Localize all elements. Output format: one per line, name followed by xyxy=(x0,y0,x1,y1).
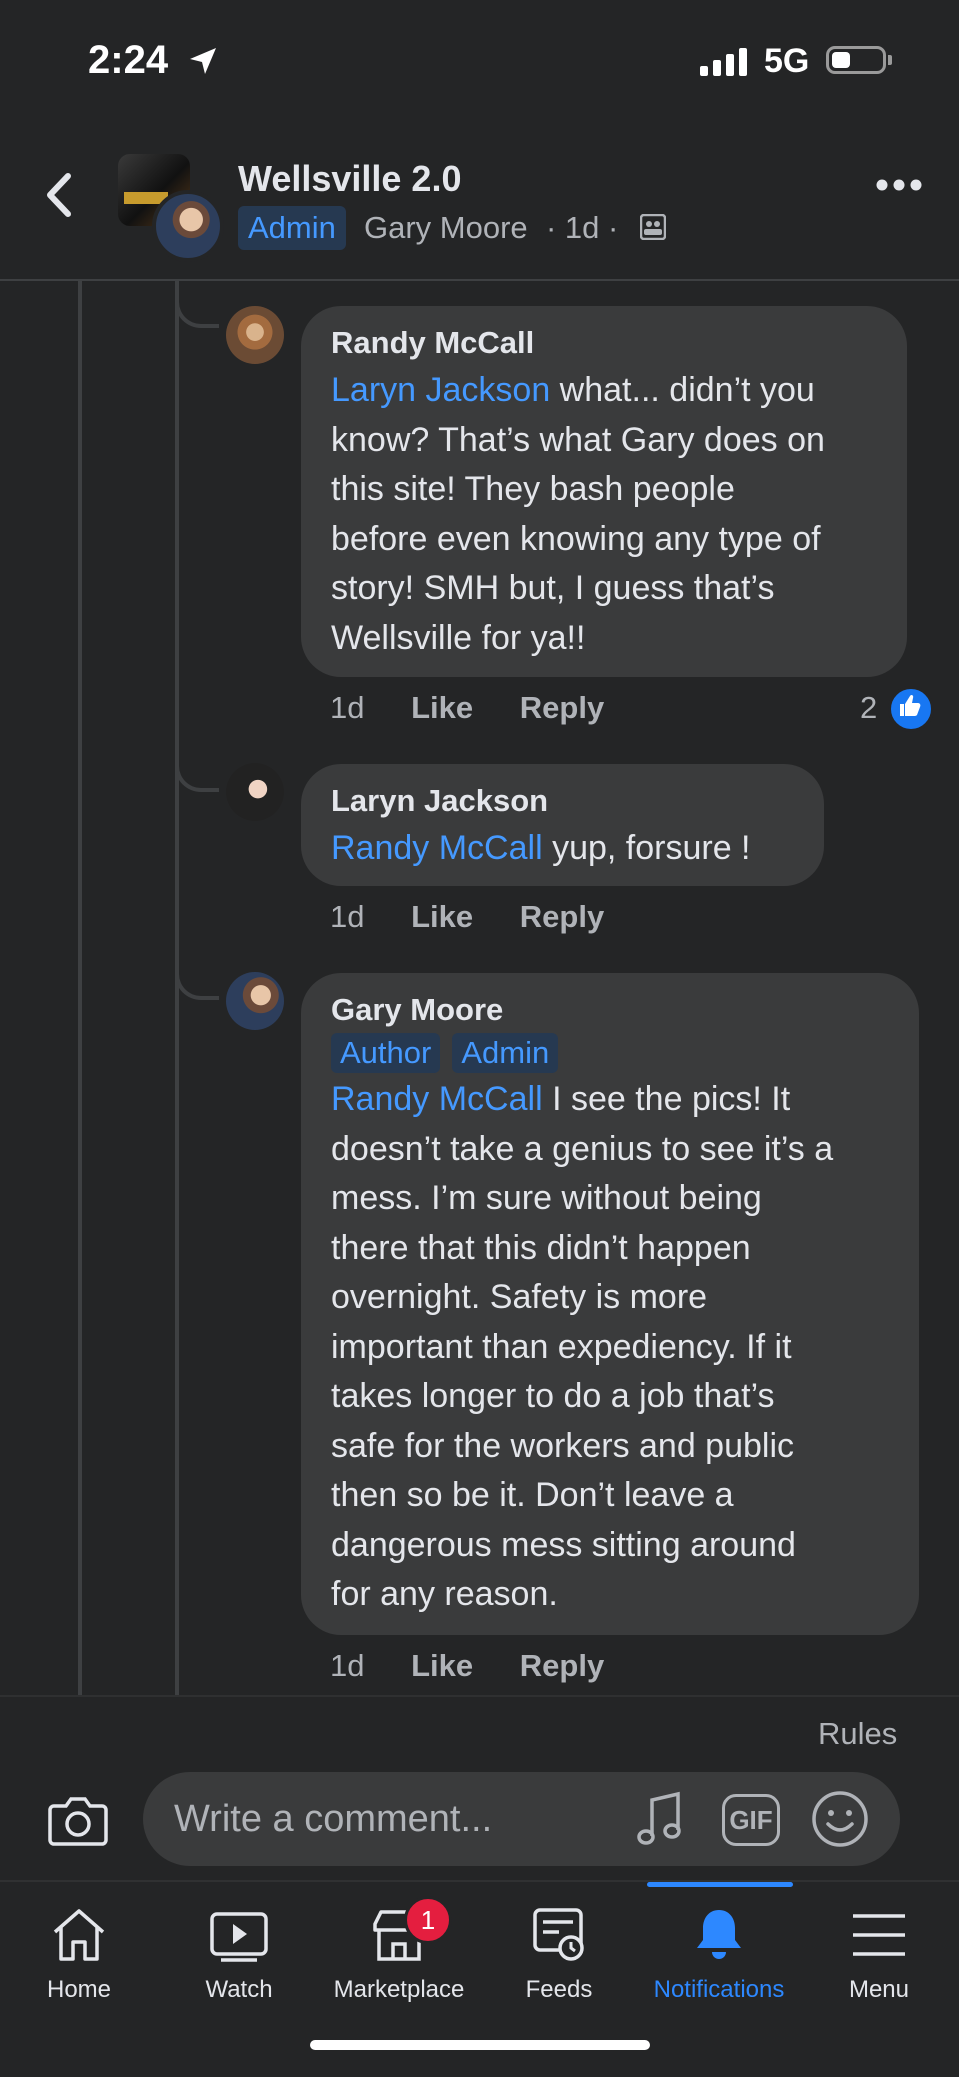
comment-actions: 1d Like Reply xyxy=(330,690,604,726)
home-icon xyxy=(53,1909,105,1961)
thread-line-outer xyxy=(78,280,82,1695)
back-arrow-icon[interactable] xyxy=(40,170,80,220)
comment-mention[interactable]: Randy McCall xyxy=(331,829,543,867)
carrier-label: 5G xyxy=(764,42,810,80)
like-reaction-icon[interactable] xyxy=(888,686,934,732)
more-options-icon[interactable] xyxy=(876,178,922,192)
like-button[interactable]: Like xyxy=(411,899,473,935)
like-button[interactable]: Like xyxy=(411,1648,473,1684)
comment-time: 1d xyxy=(330,899,365,934)
music-icon[interactable] xyxy=(636,1790,682,1848)
author-badge: Author xyxy=(331,1033,441,1073)
post-time: · 1d · xyxy=(546,210,619,245)
nav-feeds[interactable]: Feeds xyxy=(484,1906,634,2004)
watch-icon xyxy=(210,1912,268,1962)
comment-actions: 1d Like Reply xyxy=(330,899,604,935)
active-tab-indicator xyxy=(647,1882,793,1887)
comment-avatar[interactable] xyxy=(226,763,284,821)
location-arrow-icon xyxy=(190,48,216,74)
comment-mention[interactable]: Laryn Jackson xyxy=(331,371,550,409)
gif-icon[interactable]: GIF xyxy=(722,1794,780,1846)
status-time: 2:24 xyxy=(88,38,169,82)
reply-button[interactable]: Reply xyxy=(520,899,604,935)
like-button[interactable]: Like xyxy=(411,690,473,726)
comment-text: Randy McCall I see the pics! It doesn’t … xyxy=(331,1080,834,1613)
group-audience-icon xyxy=(640,214,666,240)
group-name[interactable]: Wellsville 2.0 xyxy=(238,158,461,200)
comment-placeholder[interactable]: Write a comment... xyxy=(174,1798,492,1841)
comment-avatar[interactable] xyxy=(226,972,284,1030)
admin-badge: Admin xyxy=(238,206,346,250)
reply-connector xyxy=(175,700,219,792)
nav-label: Home xyxy=(46,1976,112,2003)
feeds-icon xyxy=(533,1908,584,1961)
reaction-count[interactable]: 2 xyxy=(860,690,877,726)
comment-text: Laryn Jackson what... didn’t you know? T… xyxy=(331,371,825,657)
rules-link[interactable]: Rules xyxy=(818,1716,897,1752)
comment-author[interactable]: Gary Moore xyxy=(331,991,889,1029)
comment-author[interactable]: Randy McCall xyxy=(331,324,877,362)
nav-label: Menu xyxy=(848,1976,910,2003)
emoji-icon[interactable] xyxy=(811,1790,869,1848)
comment-badges: Author Admin xyxy=(331,1033,889,1073)
battery-nub xyxy=(888,55,892,65)
nav-label: Notifications xyxy=(653,1976,785,2003)
nav-home[interactable]: Home xyxy=(4,1906,154,2004)
nav-notifications[interactable]: Notifications xyxy=(644,1906,794,2004)
reply-connector xyxy=(175,280,219,328)
menu-icon xyxy=(853,1914,905,1956)
nav-menu[interactable]: Menu xyxy=(804,1906,954,2004)
comment-mention[interactable]: Randy McCall xyxy=(331,1080,543,1118)
post-author-name[interactable]: Gary Moore xyxy=(364,210,528,246)
comment-actions: 1d Like Reply xyxy=(330,1648,604,1684)
signal-icon xyxy=(700,48,747,76)
comment-author[interactable]: Laryn Jackson xyxy=(331,782,794,820)
comment-text: Randy McCall yup, forsure ! xyxy=(331,829,751,867)
bell-icon xyxy=(697,1910,741,1959)
nav-watch[interactable]: Watch xyxy=(164,1906,314,2004)
nav-label: Feeds xyxy=(525,1976,593,2003)
header-divider xyxy=(0,279,959,281)
admin-badge: Admin xyxy=(452,1033,559,1073)
comment-bubble: Randy McCall Laryn Jackson what... didn’… xyxy=(301,306,907,677)
comment-avatar[interactable] xyxy=(226,306,284,364)
comment-time: 1d xyxy=(330,690,365,725)
comment-bubble: Laryn Jackson Randy McCall yup, forsure … xyxy=(301,764,824,886)
nav-label: Marketplace xyxy=(333,1976,465,2003)
reply-connector xyxy=(175,900,219,1000)
nav-label: Watch xyxy=(205,1976,273,2003)
comment-time: 1d xyxy=(330,1648,365,1683)
reply-button[interactable]: Reply xyxy=(520,1648,604,1684)
author-avatar[interactable] xyxy=(152,190,224,262)
marketplace-badge: 1 xyxy=(404,1896,452,1944)
camera-icon[interactable] xyxy=(48,1794,108,1846)
home-indicator[interactable] xyxy=(310,2040,650,2050)
battery-icon xyxy=(826,46,886,74)
comment-bubble: Gary Moore Author Admin Randy McCall I se… xyxy=(301,973,919,1635)
reply-button[interactable]: Reply xyxy=(520,690,604,726)
